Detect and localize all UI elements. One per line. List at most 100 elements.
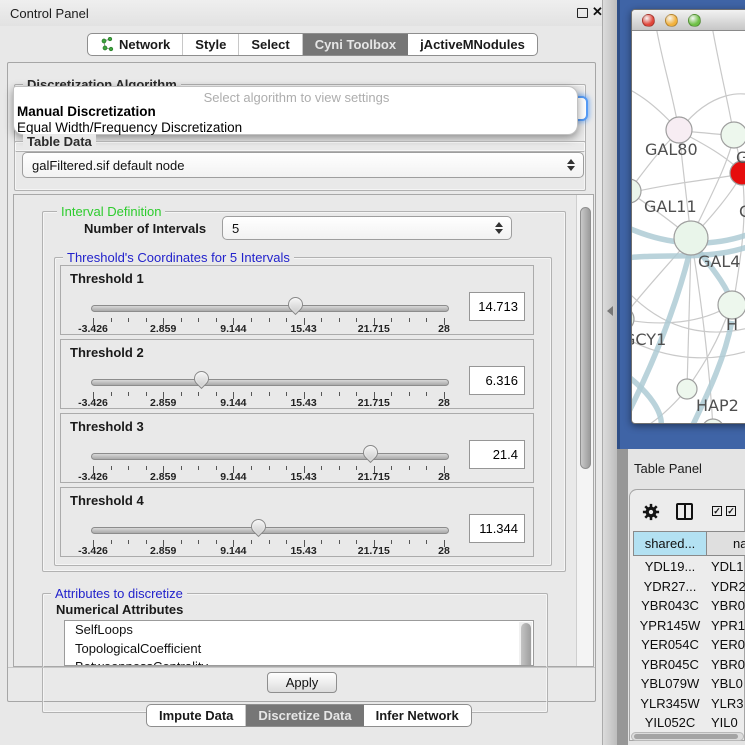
top-tabbar: Network Style Select Cyni Toolbox jActiveMNo… (87, 33, 538, 56)
close-traffic-light-icon[interactable] (642, 14, 655, 27)
tab-impute-data[interactable]: Impute Data (147, 705, 246, 726)
attributes-scrollbar-thumb[interactable] (521, 623, 531, 666)
slider-tick-label: 2.859 (150, 323, 176, 335)
algorithm-option-equal-width[interactable]: Equal Width/Frequency Discretization (17, 120, 575, 135)
network-graph-canvas[interactable]: GAL80GACGAL11GAL4GCY1HHAP2 (632, 31, 745, 424)
threshold-label: Threshold 4 (70, 493, 144, 508)
tab-style[interactable]: Style (183, 34, 239, 55)
slider-tick (321, 392, 322, 396)
float-window-icon[interactable] (577, 8, 588, 18)
slider-tick (251, 318, 252, 322)
threshold-value-field[interactable]: 14.713 (469, 292, 525, 321)
tab-select[interactable]: Select (239, 34, 302, 55)
network-node-hap2[interactable] (677, 379, 697, 399)
slider-tick-label: 9.144 (220, 397, 246, 409)
attribute-list-item[interactable]: TopologicalCoefficient (65, 640, 533, 659)
settings-scrollbar[interactable] (576, 195, 593, 666)
slider-tick (409, 466, 410, 470)
tab-label: Cyni Toolbox (315, 37, 396, 52)
threshold-label: Threshold 1 (70, 271, 144, 286)
slider-tick (269, 540, 270, 544)
slider-tick (356, 466, 357, 470)
slider-tick (216, 466, 217, 470)
slider-tick (111, 392, 112, 396)
zoom-traffic-light-icon[interactable] (688, 14, 701, 27)
panel-splitter[interactable] (602, 0, 617, 745)
slider-tick (181, 318, 182, 322)
slider-tick (321, 466, 322, 470)
tab-network[interactable]: Network (88, 34, 183, 55)
slider-tick (181, 392, 182, 396)
table-hscrollbar-thumb[interactable] (634, 734, 738, 739)
slider-tick (269, 466, 270, 470)
table-data-combobox[interactable]: galFiltered.sif default node (22, 152, 584, 178)
number-of-intervals-label: Number of Intervals (84, 221, 206, 236)
slider-tick-label: 21.715 (358, 471, 390, 483)
table-panel-title: Table Panel (634, 461, 702, 476)
attributes-list-scrollbar[interactable] (519, 622, 532, 666)
checkbox-icon[interactable]: ✓ (726, 506, 736, 516)
split-columns-icon[interactable] (676, 503, 693, 520)
slider-tick-label: 9.144 (220, 545, 246, 557)
number-of-intervals-combobox[interactable]: 5 (222, 216, 512, 240)
table-data-value: galFiltered.sif default node (32, 158, 184, 173)
slider-tick (216, 318, 217, 322)
threshold-panel-3: Threshold 3-3.4262.8599.14415.4321.71528… (60, 413, 534, 483)
slider-tick-label: 15.43 (290, 323, 316, 335)
tab-discretize-data[interactable]: Discretize Data (246, 705, 363, 726)
cell-name: YDR2 (711, 577, 745, 597)
tab-label: Discretize Data (258, 708, 351, 723)
tab-label: Style (195, 37, 226, 52)
attribute-list-item[interactable]: BetweennessCentrality (65, 658, 533, 666)
numerical-attributes-list[interactable]: SelfLoopsTopologicalCoefficientBetweenne… (64, 620, 534, 666)
slider-tick (251, 392, 252, 396)
tab-jactivemnodules[interactable]: jActiveMNodules (408, 34, 537, 55)
tab-infer-network[interactable]: Infer Network (364, 705, 471, 726)
network-icon (100, 37, 114, 52)
combo-stepper-icon (567, 159, 575, 171)
slider-tick (356, 392, 357, 396)
gear-icon[interactable] (642, 503, 660, 526)
table-column-header-shared[interactable]: shared... (633, 531, 707, 556)
threshold-label: Threshold 2 (70, 345, 144, 360)
table-column-header-name[interactable]: na (706, 531, 745, 556)
slider-tick (146, 318, 147, 322)
screen: Control Panel ✕ NetworkStyleSelectCyni T… (0, 0, 745, 745)
slider-tick (409, 318, 410, 322)
table-hscrollbar[interactable] (631, 732, 744, 741)
threshold-value-field[interactable]: 21.4 (469, 440, 525, 469)
network-view-window[interactable]: GAL80GACGAL11GAL4GCY1HHAP2 (631, 9, 745, 424)
threshold-slider-track[interactable] (91, 453, 449, 460)
network-node-gal4[interactable] (674, 221, 708, 255)
threshold-value-field[interactable]: 11.344 (469, 514, 525, 543)
minimize-traffic-light-icon[interactable] (665, 14, 678, 27)
slider-tick (111, 466, 112, 470)
table-data-group-title: Table Data (23, 134, 96, 149)
algorithm-option-manual[interactable]: Manual Discretization (17, 104, 575, 119)
slider-tick (111, 318, 112, 322)
network-node-gcy1[interactable] (632, 307, 634, 331)
cell-name: YIL0 (711, 713, 745, 733)
network-node-ga[interactable] (721, 122, 745, 148)
tab-label: Infer Network (376, 708, 459, 723)
settings-scrollbar-thumb[interactable] (580, 207, 591, 469)
apply-button[interactable]: Apply (267, 672, 337, 693)
splitter-collapse-icon[interactable] (607, 306, 613, 316)
checkbox-icon[interactable]: ✓ (712, 506, 722, 516)
threshold-value-field[interactable]: 6.316 (469, 366, 525, 395)
slider-tick (198, 318, 199, 322)
slider-tick (409, 392, 410, 396)
threshold-slider-track[interactable] (91, 379, 449, 386)
algorithm-prompt: Select algorithm to view settings (14, 90, 579, 105)
slider-tick (391, 318, 392, 322)
slider-tick-label: 15.43 (290, 545, 316, 557)
attribute-list-item[interactable]: SelfLoops (65, 621, 533, 640)
threshold-slider-track[interactable] (91, 527, 449, 534)
network-node-label: HAP2 (696, 396, 739, 415)
slider-tick-label: 15.43 (290, 397, 316, 409)
network-node[interactable] (702, 419, 724, 424)
tab-cyni-toolbox[interactable]: Cyni Toolbox (303, 34, 408, 55)
cell-shared-name: YBR045C (633, 655, 707, 675)
slider-tick (286, 318, 287, 322)
threshold-slider-track[interactable] (91, 305, 449, 312)
